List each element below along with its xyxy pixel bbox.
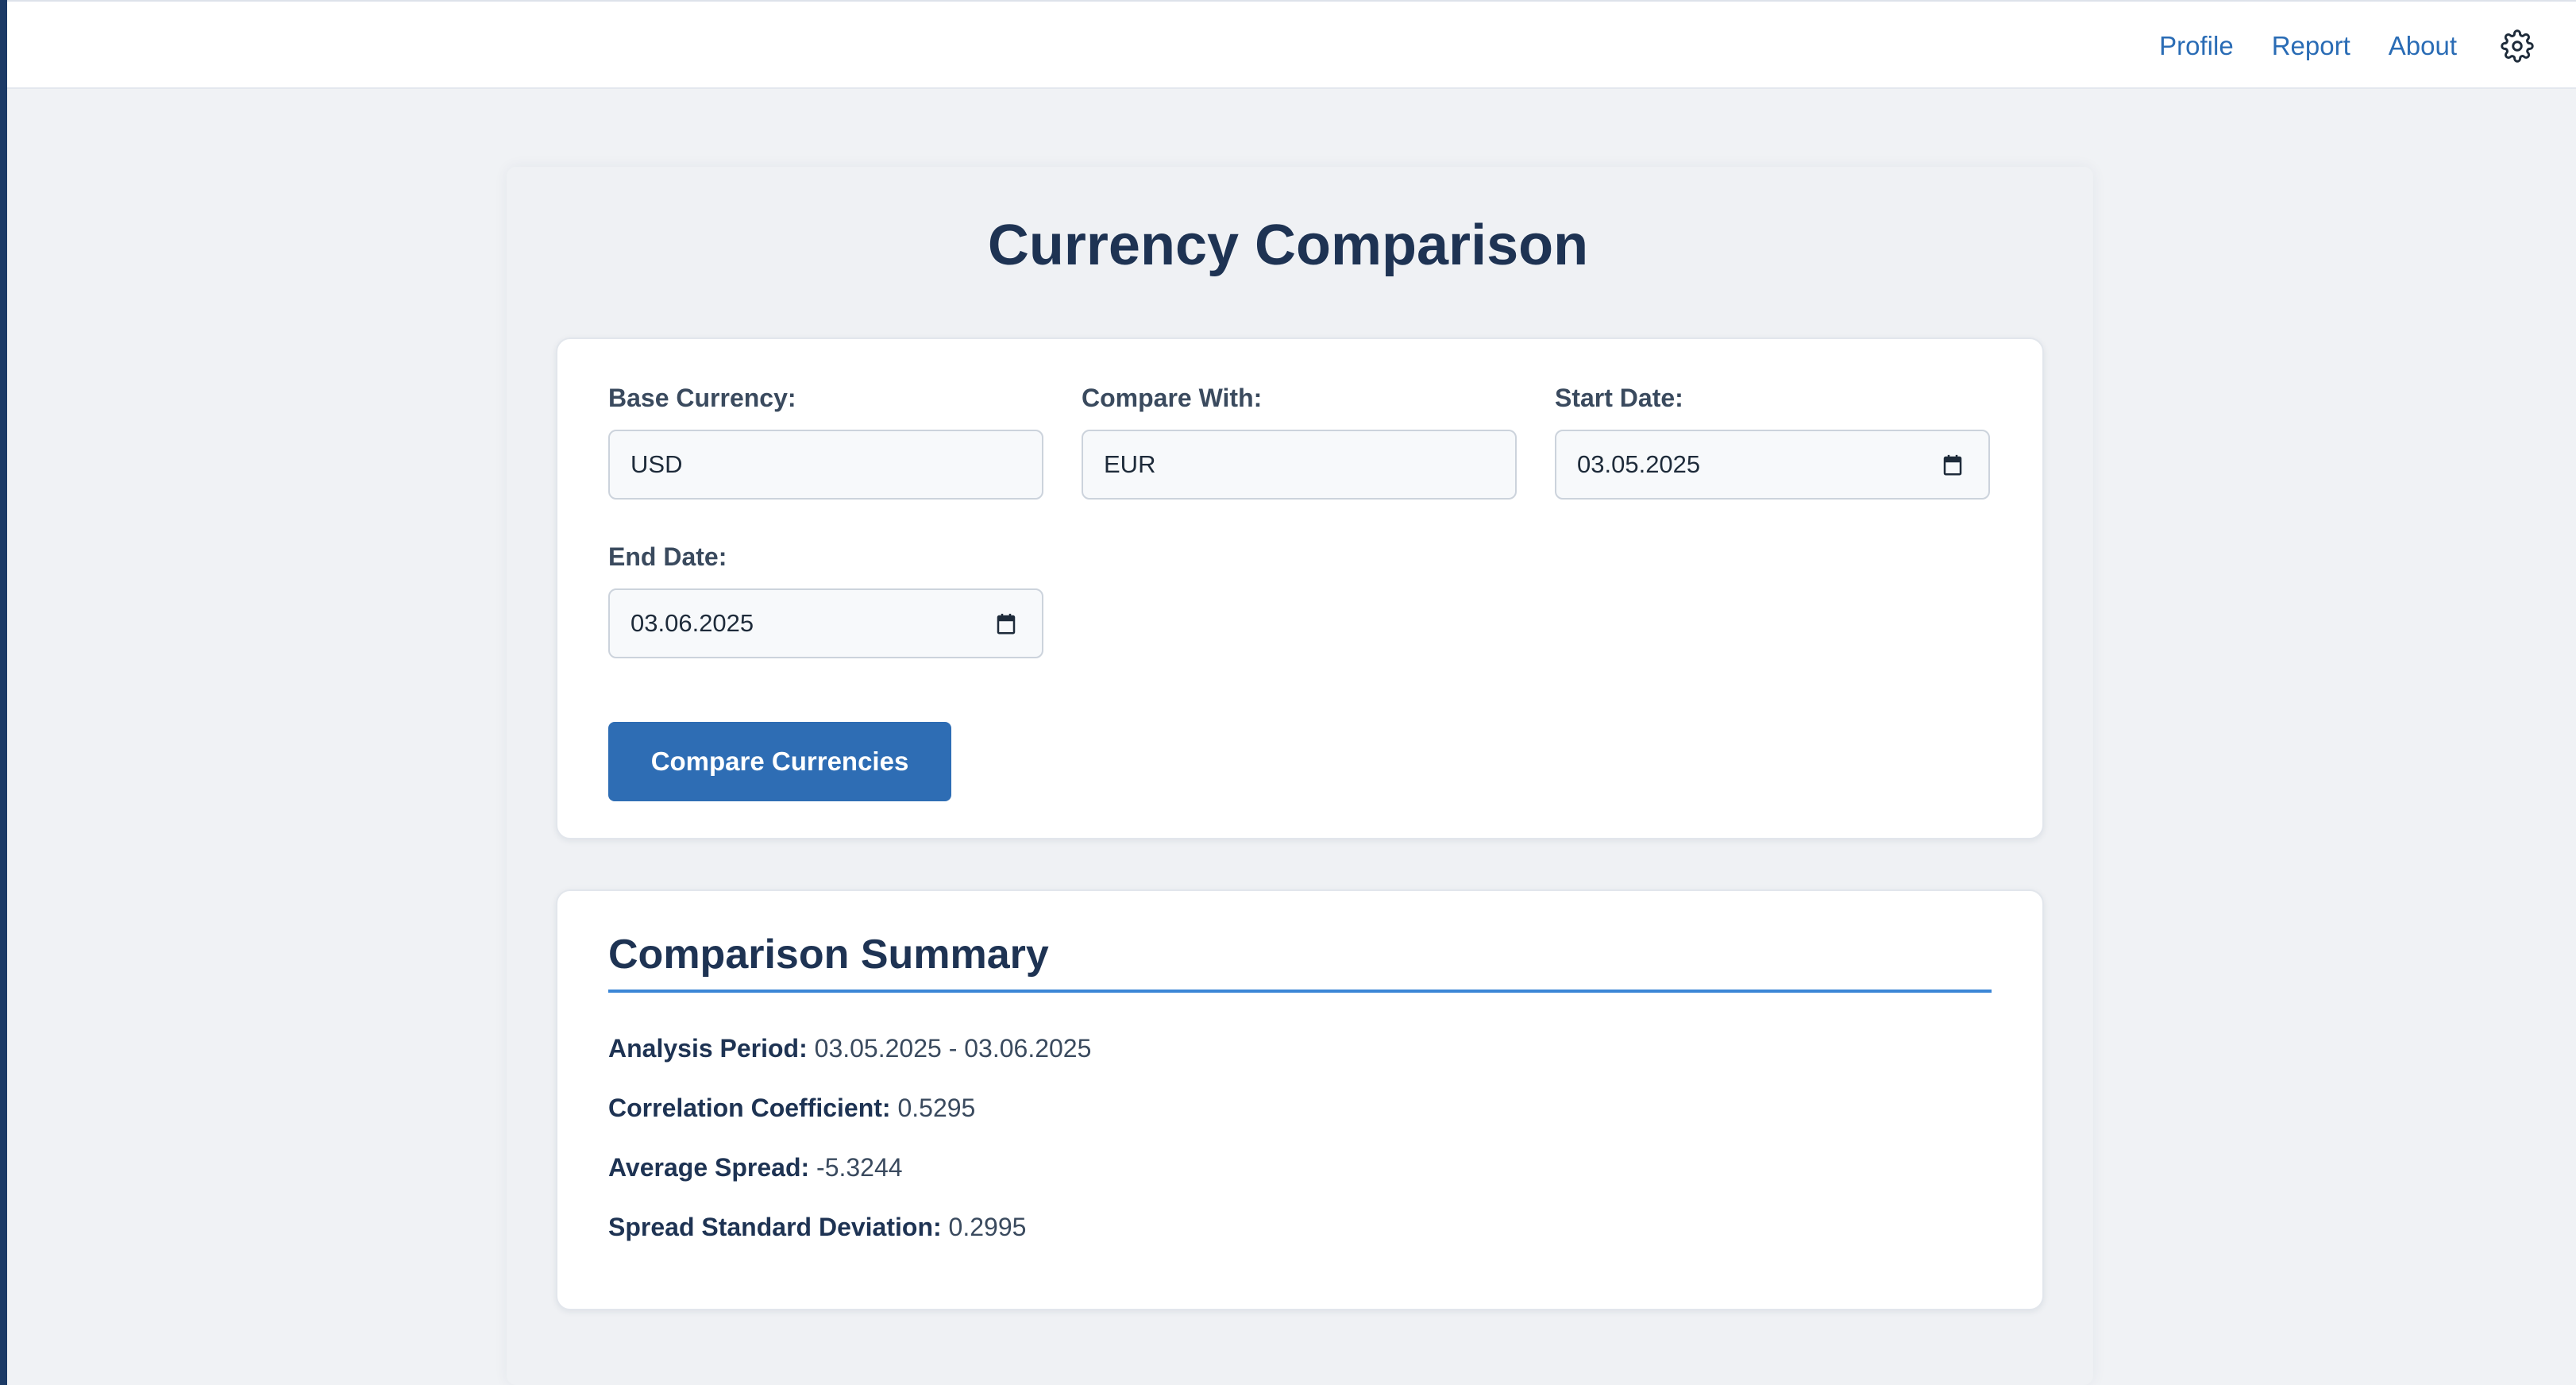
- average-spread-value: -5.3244: [816, 1153, 903, 1182]
- base-currency-value: USD: [631, 450, 683, 478]
- page-title: Currency Comparison: [987, 214, 1589, 277]
- analysis-period-label: Analysis Period:: [608, 1034, 808, 1063]
- correlation-row: Correlation Coefficient: 0.5295: [608, 1094, 975, 1123]
- end-date-label: End Date:: [608, 542, 727, 571]
- nav-profile-link[interactable]: Profile: [2159, 31, 2234, 61]
- summary-divider: [608, 990, 1992, 993]
- correlation-value: 0.5295: [897, 1094, 976, 1122]
- nav-report-link[interactable]: Report: [2272, 31, 2350, 61]
- start-date-label: Start Date:: [1555, 384, 1683, 412]
- nav-links: Profile Report About: [2159, 2, 2576, 91]
- base-currency-label: Base Currency:: [608, 384, 796, 412]
- correlation-label: Correlation Coefficient:: [608, 1094, 891, 1122]
- compare-currencies-button[interactable]: Compare Currencies: [608, 722, 951, 801]
- comparison-summary-card: Comparison Summary Analysis Period: 03.0…: [556, 889, 2044, 1310]
- summary-title: Comparison Summary: [608, 932, 1049, 978]
- spread-std-row: Spread Standard Deviation: 0.2995: [608, 1213, 1026, 1242]
- top-navbar: Profile Report About: [7, 0, 2576, 89]
- start-date-input[interactable]: 03.05.2025: [1555, 430, 1990, 500]
- left-accent-stripe: [0, 0, 7, 1385]
- gear-icon[interactable]: [2500, 29, 2535, 64]
- analysis-period-value: 03.05.2025 - 03.06.2025: [814, 1034, 1092, 1063]
- average-spread-label: Average Spread:: [608, 1153, 810, 1182]
- end-date-value: 03.06.2025: [631, 609, 754, 637]
- calendar-icon[interactable]: [994, 612, 1018, 636]
- spread-std-label: Spread Standard Deviation:: [608, 1213, 942, 1241]
- comparison-form-card: Base Currency: USD Compare With: EUR Sta…: [556, 338, 2044, 839]
- end-date-input[interactable]: 03.06.2025: [608, 588, 1043, 658]
- start-date-value: 03.05.2025: [1577, 450, 1701, 478]
- base-currency-input[interactable]: USD: [608, 430, 1043, 500]
- compare-with-value: EUR: [1104, 450, 1156, 478]
- calendar-icon[interactable]: [1941, 453, 1965, 477]
- compare-with-input[interactable]: EUR: [1082, 430, 1517, 500]
- compare-with-label: Compare With:: [1082, 384, 1263, 412]
- nav-about-link[interactable]: About: [2389, 31, 2457, 61]
- spread-std-value: 0.2995: [948, 1213, 1027, 1241]
- analysis-period-row: Analysis Period: 03.05.2025 - 03.06.2025: [608, 1034, 1091, 1063]
- average-spread-row: Average Spread: -5.3244: [608, 1153, 903, 1182]
